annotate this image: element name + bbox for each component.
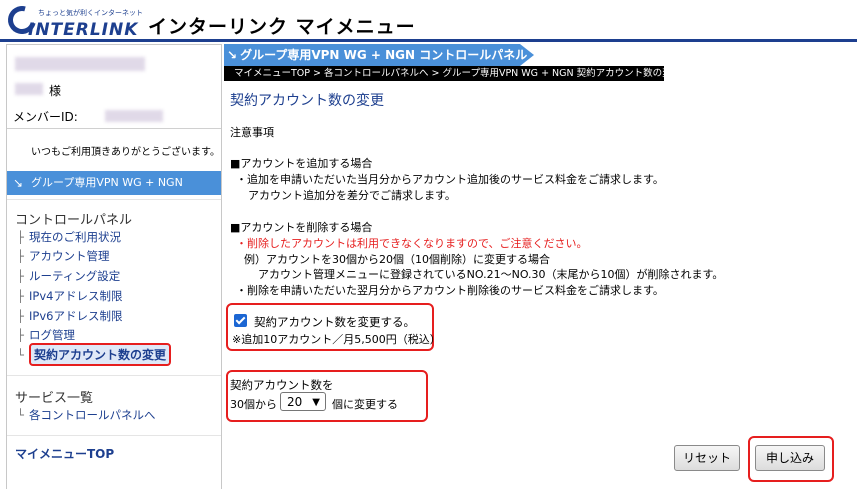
breadcrumb-text: マイメニューTOP > 各コントロールパネルへ > グループ専用VPN WG +… [234,68,664,79]
submit-button[interactable]: 申し込み [755,445,825,471]
greeting: いつもご利用頂きありがとうございます。 [31,147,220,158]
current-count: 30個から [230,398,277,411]
remove-example: 例）アカウントを30個から20個（10個削除）に変更する場合 [244,253,550,266]
breadcrumb: マイメニューTOP > 各コントロールパネルへ > グループ専用VPN WG +… [224,66,664,81]
page-title: 契約アカウント数の変更 [230,93,384,109]
sidebar-item-routing[interactable]: ├ ルーティング設定 [17,268,120,284]
sidebar-item-control-panels[interactable]: └ 各コントロールパネルへ [17,407,156,423]
main-content: ↘ グループ専用VPN WG + NGN コントロールパネル マイメニューTOP … [224,44,857,488]
member-id-label: メンバーID: [13,110,78,124]
price-note: ※追加10アカウント／月5,500円（税込） [232,333,441,346]
mymenu-top-link[interactable]: マイメニューTOP [15,445,114,462]
control-panel-heading: コントロールパネル [15,213,133,228]
remove-warning: ・削除したアカウントは利用できなくなりますので、ご注意ください。 [236,237,588,250]
user-name-redacted [15,83,43,95]
remove-line: ・削除を申請いただいた翌月分からアカウント削除後のサービス料金をご請求します。 [236,284,664,297]
tree-branch-icon: ├ [17,249,24,263]
count-label: 契約アカウント数を [230,378,334,392]
sidebar-item-label: IPv6アドレス制限 [29,309,123,323]
notes-heading: 注意事項 [230,126,274,139]
divider [7,435,221,436]
sidebar-item-contract-accounts[interactable]: └ 契約アカウント数の変更 [17,343,172,366]
reset-button[interactable]: リセット [674,445,740,471]
tree-branch-icon: ├ [17,328,24,342]
services-heading: サービス一覧 [15,391,94,406]
sidebar-item-ipv6-restriction[interactable]: ├ IPv6アドレス制限 [17,308,122,324]
header: ちょっと気が利くインターネット INTERLINK インターリンク マイメニュー [0,0,857,46]
sidebar-item-label: 現在のご利用状況 [29,230,121,244]
logo-word: INTERLINK [28,20,139,40]
divider [7,375,221,376]
add-line: アカウント追加分を差分でご請求します。 [248,189,456,202]
after-select-text: 個に変更する [332,398,398,411]
add-line: ・追加を申請いただいた当月分からアカウント追加後のサービス料金をご請求します。 [236,173,664,186]
sidebar-item-label: ルーティング設定 [29,269,121,283]
divider [7,128,221,129]
sidebar-item-label: グループ専用VPN WG + NGN [31,176,183,189]
sidebar-item-ipv4-restriction[interactable]: ├ IPv4アドレス制限 [17,288,122,304]
banner-title: グループ専用VPN WG + NGN コントロールパネル [240,48,528,62]
tree-branch-icon: ├ [17,230,24,244]
remove-example: アカウント管理メニューに登録されているNO.21～NO.30（末尾から10個）が… [258,268,724,281]
sidebar-item-log-management[interactable]: ├ ログ管理 [17,327,75,343]
sidebar-item-account-management[interactable]: ├ アカウント管理 [17,248,110,264]
arrow-icon: ↘ [13,176,24,190]
logo-tagline: ちょっと気が利くインターネット [38,9,143,17]
sidebar-item-label: 契約アカウント数の変更 [29,343,172,366]
select-value: 20 [287,395,303,409]
add-heading: ■アカウントを追加する場合 [230,157,373,170]
sidebar-item-active-service[interactable]: ↘ グループ専用VPN WG + NGN [7,171,221,195]
tree-branch-icon: ├ [17,309,24,323]
tree-branch-icon: ├ [17,289,24,303]
site-title: インターリンク マイメニュー [148,16,416,38]
company-name-redacted [15,57,145,71]
chevron-down-icon: ▼ [312,397,320,408]
arrow-icon: ↘ [227,48,238,62]
header-divider [0,39,857,42]
tree-end-icon: └ [17,348,24,362]
tree-branch-icon: ├ [17,269,24,283]
remove-heading: ■アカウントを削除する場合 [230,221,373,234]
honorific: 様 [49,84,62,98]
sidebar-item-label: ログ管理 [29,328,75,342]
checkbox-label[interactable]: 契約アカウント数を変更する。 [254,314,415,330]
sidebar-item-label: IPv4アドレス制限 [29,289,123,303]
sidebar: 様 メンバーID: いつもご利用頂きありがとうございます。 ↘ グループ専用VP… [6,44,222,489]
divider [7,199,221,200]
section-banner: ↘ グループ専用VPN WG + NGN コントロールパネル [224,44,534,66]
interlink-logo[interactable]: ちょっと気が利くインターネット INTERLINK [2,0,143,42]
sidebar-item-label: 各コントロールパネルへ [29,408,156,422]
account-count-select[interactable]: 20 ▼ [280,392,326,411]
change-accounts-checkbox[interactable] [234,314,247,327]
sidebar-item-usage[interactable]: ├ 現在のご利用状況 [17,229,121,245]
sidebar-item-label: アカウント管理 [29,249,110,263]
member-id-redacted [105,110,163,122]
tree-end-icon: └ [17,408,24,422]
